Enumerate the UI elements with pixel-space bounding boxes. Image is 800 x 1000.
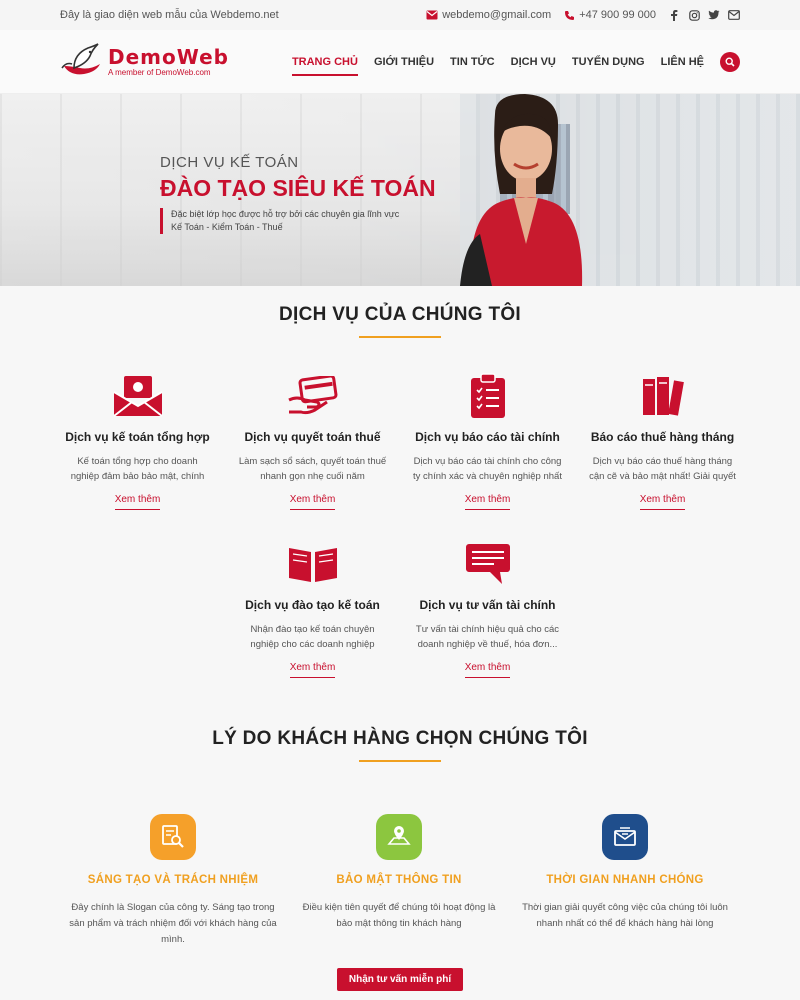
- services-title: DỊCH VỤ CỦA CHÚNG TÔI: [278, 304, 522, 325]
- email-text: webdemo@gmail.com: [442, 9, 552, 21]
- service-description: Dịch vụ báo cáo tài chính cho công ty ch…: [413, 456, 562, 482]
- nav-about[interactable]: GIỚI THIỆU: [374, 52, 434, 72]
- service-title: Dịch vụ đào tạo kế toán: [245, 598, 380, 612]
- hero-title: ĐÀO TẠO SIÊU KẾ TOÁN: [160, 175, 436, 201]
- service-title: Dịch vụ kế toán tổng hợp: [65, 430, 210, 444]
- service-card: Dịch vụ quyết toán thuế Làm sạch sổ sách…: [225, 368, 400, 510]
- service-title: Dịch vụ quyết toán thuế: [244, 430, 381, 444]
- search-document-icon: [150, 814, 196, 860]
- search-icon: [725, 56, 735, 67]
- hero-text: DỊCH VỤ KẾ TOÁN ĐÀO TẠO SIÊU KẾ TOÁN Đặc…: [160, 154, 436, 234]
- service-title: Dịch vụ tư vấn tài chính: [419, 598, 556, 612]
- service-description: Nhận đào tạo kế toán chuyên nghiệp cho c…: [250, 624, 375, 650]
- read-more-link[interactable]: Xem thêm: [639, 494, 686, 510]
- instagram-icon[interactable]: [688, 9, 700, 21]
- facebook-icon[interactable]: [668, 9, 680, 21]
- reason-card: SÁNG TẠO VÀ TRÁCH NHIỆM Đây chính là Slo…: [60, 814, 286, 948]
- nav-careers[interactable]: TUYỂN DỤNG: [572, 52, 645, 72]
- email-contact[interactable]: webdemo@gmail.com: [426, 9, 551, 21]
- service-card: Dịch vụ đào tạo kế toán Nhận đào tạo kế …: [225, 536, 400, 678]
- reason-title: SÁNG TẠO VÀ TRÁCH NHIỆM: [87, 874, 259, 886]
- hero-description: Đặc biệt lớp học được hỗ trợ bởi các chu…: [160, 208, 436, 234]
- chat-icon: [464, 536, 512, 592]
- reason-title: THỜI GIAN NHANH CHÓNG: [546, 874, 704, 886]
- read-more-link[interactable]: Xem thêm: [289, 494, 336, 510]
- nav-home[interactable]: TRANG CHỦ: [291, 52, 358, 76]
- read-more-link[interactable]: Xem thêm: [289, 662, 336, 678]
- read-more-link[interactable]: Xem thêm: [114, 494, 161, 510]
- money-envelope-icon: [112, 368, 164, 424]
- tagline: Đây là giao diện web mẫu của Webdemo.net: [60, 9, 279, 21]
- logo-bird-icon: [61, 42, 100, 74]
- phone-text: +47 900 99 000: [579, 9, 656, 21]
- service-card: Dịch vụ báo cáo tài chính Dịch vụ báo cá…: [400, 368, 575, 510]
- social-links: [668, 9, 740, 21]
- nav-services[interactable]: DỊCH VỤ: [511, 52, 556, 72]
- phone-contact[interactable]: +47 900 99 000: [563, 9, 656, 21]
- service-description: Dịch vụ báo cáo thuế hàng tháng cận cẽ v…: [589, 456, 736, 482]
- title-underline: [359, 336, 441, 338]
- service-description: Kế toán tổng hợp cho doanh nghiệp đảm bả…: [70, 456, 205, 482]
- site-header: DemoWeb A member of DemoWeb.com TRANG CH…: [0, 30, 800, 94]
- service-card: Dịch vụ tư vấn tài chính Tư vấn tài chín…: [400, 536, 575, 678]
- books-icon: [641, 368, 685, 424]
- service-title: Dịch vụ báo cáo tài chính: [415, 430, 560, 444]
- read-more-link[interactable]: Xem thêm: [464, 494, 511, 510]
- hero-desc-line1: Đặc biệt lớp học được hỗ trợ bởi các chu…: [171, 209, 400, 219]
- card-hand-icon: [287, 368, 339, 424]
- service-card: Báo cáo thuế hàng tháng Dịch vụ báo cáo …: [575, 368, 750, 510]
- envelope-icon: [602, 814, 648, 860]
- twitter-icon[interactable]: [708, 9, 720, 21]
- service-title: Báo cáo thuế hàng tháng: [590, 430, 735, 444]
- title-underline: [359, 760, 441, 762]
- reason-description: Điều kiện tiên quyết để chúng tôi hoạt đ…: [302, 902, 496, 929]
- hero-person-image: [460, 94, 583, 286]
- read-more-link[interactable]: Xem thêm: [464, 662, 511, 678]
- nav-news[interactable]: TIN TỨC: [450, 52, 495, 72]
- service-description: Tư vấn tài chính hiệu quả cho các doanh …: [415, 624, 560, 650]
- hero-banner: DỊCH VỤ KẾ TOÁN ĐÀO TẠO SIÊU KẾ TOÁN Đặc…: [0, 94, 800, 286]
- mail-icon[interactable]: [728, 9, 740, 21]
- top-bar: Đây là giao diện web mẫu của Webdemo.net…: [0, 0, 800, 30]
- hero-kicker: DỊCH VỤ KẾ TOÁN: [160, 154, 299, 171]
- services-section: DỊCH VỤ CỦA CHÚNG TÔI Dịch vụ kế toán tổ…: [0, 286, 800, 678]
- reasons-section: LÝ DO KHÁCH HÀNG CHỌN CHÚNG TÔI SÁNG TẠO…: [0, 678, 800, 991]
- reason-description: Đây chính là Slogan của công ty. Sáng tạ…: [69, 902, 277, 945]
- open-book-icon: [287, 536, 339, 592]
- search-button[interactable]: [720, 51, 740, 72]
- logo-name: DemoWeb: [108, 45, 229, 69]
- clipboard-icon: [469, 368, 507, 424]
- mail-icon: [426, 9, 438, 21]
- reason-title: BẢO MẬT THÔNG TIN: [336, 874, 462, 886]
- nav-contact[interactable]: LIÊN HỆ: [661, 52, 704, 72]
- service-description: Làm sạch sổ sách, quyết toán thuế nhanh …: [238, 456, 387, 482]
- hero-desc-line2: Kế Toán - Kiểm Toán - Thuế: [171, 222, 283, 232]
- logo-tagline: A member of DemoWeb.com: [108, 68, 211, 77]
- reason-card: BẢO MẬT THÔNG TIN Điều kiện tiên quyết đ…: [286, 814, 512, 948]
- free-consultation-button[interactable]: Nhận tư vấn miễn phí: [336, 968, 464, 991]
- main-nav: TRANG CHỦ GIỚI THIỆU TIN TỨC DỊCH VỤ TUY…: [291, 51, 740, 76]
- service-card: Dịch vụ kế toán tổng hợp Kế toán tổng hợ…: [50, 368, 225, 510]
- reasons-title: LÝ DO KHÁCH HÀNG CHỌN CHÚNG TÔI: [212, 728, 588, 749]
- reason-description: Thời gian giải quyết công việc của chúng…: [522, 902, 728, 929]
- reason-card: THỜI GIAN NHANH CHÓNG Thời gian giải quy…: [512, 814, 738, 948]
- site-logo[interactable]: DemoWeb A member of DemoWeb.com: [60, 42, 229, 82]
- phone-icon: [563, 9, 575, 21]
- map-pin-icon: [376, 814, 422, 860]
